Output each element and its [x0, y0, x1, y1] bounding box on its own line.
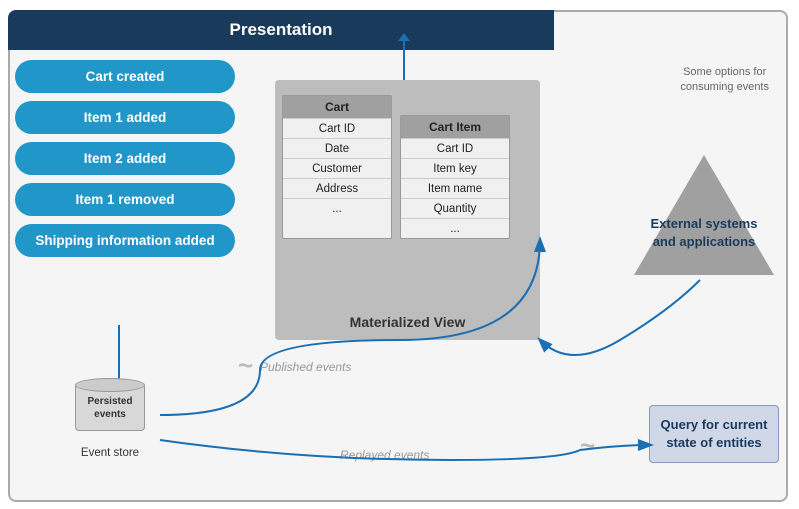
tilde-replayed: ~: [580, 430, 595, 461]
cart-item-row-4: ...: [401, 218, 509, 238]
tilde-published: ~: [238, 350, 253, 381]
arrow-events-to-store: [118, 325, 120, 380]
cylinder-body: Persisted events: [75, 386, 145, 431]
cart-row-2: Customer: [283, 158, 391, 178]
cart-row-3: Address: [283, 178, 391, 198]
cart-item-table: Cart Item Cart ID Item key Item name Qua…: [400, 115, 510, 239]
event-cart-created: Cart created: [15, 60, 235, 93]
triangle-text: External systems and applications: [649, 215, 759, 251]
event-shipping-added: Shipping information added: [15, 224, 235, 257]
some-options-text: Some options forconsuming events: [680, 65, 769, 96]
cylinder: Persisted events: [75, 378, 145, 443]
cart-row-4: ...: [283, 198, 391, 218]
cart-item-row-1: Item key: [401, 158, 509, 178]
replayed-events-label: Replayed events: [340, 448, 429, 462]
cart-item-row-2: Item name: [401, 178, 509, 198]
events-column: Cart created Item 1 added Item 2 added I…: [15, 60, 250, 257]
presentation-bar: Presentation: [8, 10, 554, 50]
event-item1-removed: Item 1 removed: [15, 183, 235, 216]
cart-row-0: Cart ID: [283, 118, 391, 138]
tables-container: Cart Cart ID Date Customer Address ... C…: [282, 95, 537, 239]
cart-item-row-0: Cart ID: [401, 138, 509, 158]
published-events-label: Published events: [260, 360, 351, 374]
event-store-label: Event store: [81, 447, 139, 459]
event-item2-added: Item 2 added: [15, 142, 235, 175]
cart-item-row-3: Quantity: [401, 198, 509, 218]
presentation-title: Presentation: [230, 20, 333, 40]
arrow-up-mat-view: [403, 40, 405, 82]
cart-table-header: Cart: [283, 96, 391, 118]
mat-view-label: Materialized View: [350, 314, 466, 330]
cart-table: Cart Cart ID Date Customer Address ...: [282, 95, 392, 239]
query-box: Query for current state of entities: [649, 405, 779, 463]
event-store-container: Persisted events Event store: [75, 378, 145, 459]
cart-row-1: Date: [283, 138, 391, 158]
cylinder-top: [75, 378, 145, 392]
cylinder-text: Persisted events: [76, 395, 144, 421]
event-item1-added: Item 1 added: [15, 101, 235, 134]
main-container: Presentation Cart created Item 1 added I…: [0, 0, 799, 509]
cart-item-table-header: Cart Item: [401, 116, 509, 138]
triangle-container: External systems and applications: [634, 155, 774, 275]
